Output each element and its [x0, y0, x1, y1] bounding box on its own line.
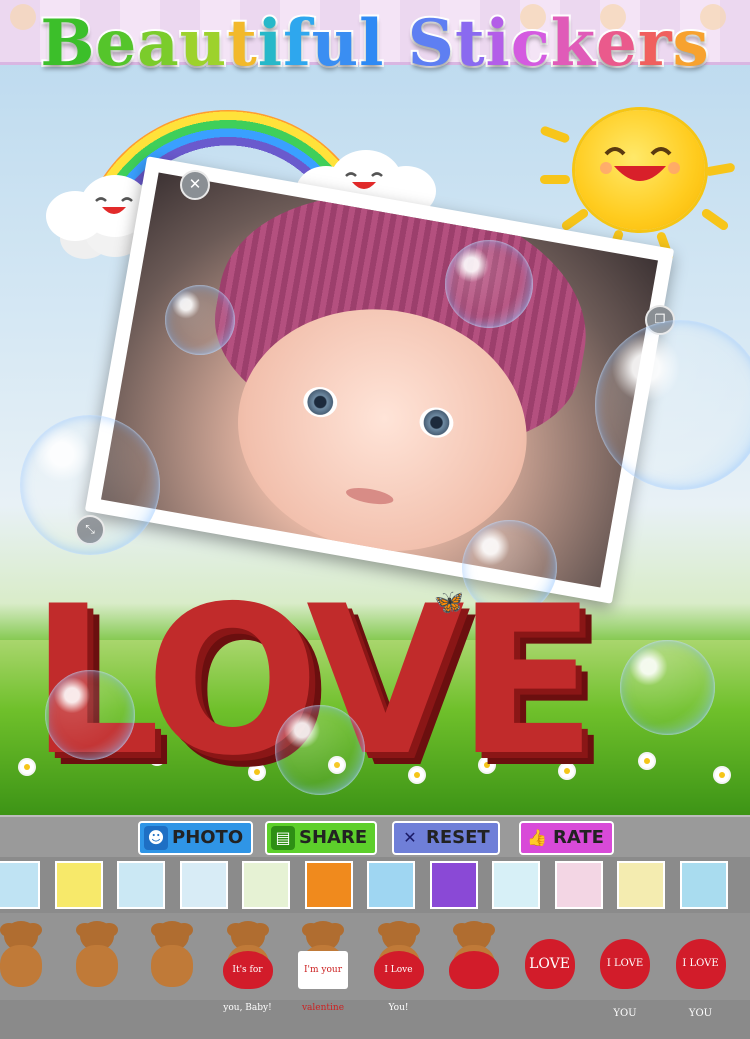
- background-thumbnail[interactable]: [367, 861, 415, 909]
- sticker-picker: It's for you, Baby! I'm your valentine I L…: [0, 913, 750, 1019]
- background-picker: [0, 857, 750, 913]
- background-thumbnail[interactable]: [492, 861, 540, 909]
- person-icon: ☻: [144, 826, 168, 850]
- bubble-sticker[interactable]: [275, 705, 365, 795]
- background-thumbnail[interactable]: [0, 861, 40, 909]
- sticker-bear[interactable]: [143, 921, 201, 993]
- sun-ray: [700, 207, 730, 232]
- reset-button[interactable]: ✕ RESET: [392, 821, 500, 855]
- title-letter: t: [453, 4, 487, 83]
- title-letter: u: [178, 4, 229, 83]
- close-icon[interactable]: ✕: [180, 170, 210, 200]
- background-thumbnail[interactable]: [179, 861, 228, 909]
- rate-button-label: RATE: [553, 827, 604, 848]
- bubble-sticker[interactable]: [165, 285, 235, 355]
- action-toolbar: ☻ PHOTO ▤ SHARE ✕ RESET 👍 RATE: [0, 815, 750, 859]
- sticker-caption: It's for you, Baby!: [222, 951, 273, 1013]
- sun-sticker[interactable]: [575, 110, 705, 230]
- sun-ray: [539, 125, 571, 144]
- x-icon: ✕: [403, 828, 417, 847]
- title-letter: u: [310, 4, 361, 83]
- title-letter: e: [594, 4, 639, 83]
- bear-body: [0, 945, 42, 987]
- title-letter: c: [509, 4, 552, 83]
- smile-face-icon: [95, 197, 133, 214]
- rate-button[interactable]: 👍 RATE: [519, 821, 614, 855]
- title-letter: S: [406, 4, 456, 83]
- mouth: [344, 484, 395, 508]
- eye: [417, 404, 456, 441]
- title-letter: f: [281, 4, 312, 83]
- share-button[interactable]: ▤ SHARE: [265, 821, 378, 855]
- title-letter: i: [483, 4, 511, 83]
- bubble-sticker[interactable]: [620, 640, 715, 735]
- title-letter: k: [549, 4, 597, 83]
- title-letter: r: [636, 4, 674, 83]
- sticker-heart-plain[interactable]: I LOVE YOU: [596, 921, 654, 1019]
- sticker-bear[interactable]: [68, 921, 126, 993]
- background-thumbnail[interactable]: [429, 861, 478, 909]
- editor-canvas[interactable]: Beautiful Stickers ✕ ❐ LOVE 🦋: [0, 0, 750, 815]
- bubble-sticker[interactable]: [20, 415, 160, 555]
- background-thumbnail[interactable]: [679, 861, 728, 909]
- bubble-sticker[interactable]: [45, 670, 135, 760]
- sun-ray: [540, 175, 570, 184]
- sticker-bear[interactable]: [0, 921, 50, 993]
- sticker-caption: I LOVE YOU: [675, 939, 726, 1019]
- eye: [300, 384, 340, 420]
- bubble-sticker[interactable]: [445, 240, 533, 328]
- title-letter: t: [225, 4, 259, 83]
- sun-ray: [704, 162, 736, 177]
- photo-button-label: PHOTO: [172, 827, 244, 848]
- title-letter: B: [38, 4, 96, 83]
- title-letter: [384, 6, 407, 81]
- sticker-caption: I'm your valentine: [298, 951, 348, 1013]
- sticker-heart-plain[interactable]: LOVE: [521, 921, 579, 993]
- background-thumbnail[interactable]: [304, 861, 353, 909]
- background-thumbnail[interactable]: [54, 861, 103, 909]
- bear-body: [75, 945, 118, 987]
- title-letter: s: [671, 4, 711, 83]
- background-thumbnail[interactable]: [617, 861, 665, 909]
- sun-ray: [560, 207, 590, 232]
- sticker-caption: LOVE: [524, 939, 575, 989]
- laughing-face-icon: [600, 147, 680, 181]
- butterfly-icon[interactable]: 🦋: [434, 588, 464, 616]
- background-thumbnail[interactable]: [242, 861, 290, 909]
- title-letter: a: [135, 4, 181, 83]
- save-icon: ▤: [271, 826, 295, 850]
- sticker-bear-heart[interactable]: [445, 921, 503, 993]
- sticker-bear-card[interactable]: I'm your valentine: [294, 921, 352, 1013]
- background-thumbnail[interactable]: [117, 861, 165, 909]
- title-letter: l: [357, 4, 385, 83]
- sticker-heart-plain[interactable]: I LOVE YOU: [672, 921, 730, 1019]
- photo-frame[interactable]: [84, 156, 675, 604]
- title-letter: i: [256, 4, 284, 83]
- sticker-bear-heart[interactable]: It's for you, Baby!: [219, 921, 277, 1013]
- sticker-caption: [449, 951, 499, 989]
- share-button-label: SHARE: [299, 827, 368, 848]
- photo-button[interactable]: ☻ PHOTO: [138, 821, 254, 855]
- bear-body: [151, 945, 193, 987]
- reset-button-label: RESET: [426, 827, 490, 848]
- baby-photo[interactable]: [101, 172, 658, 588]
- title-letter: e: [93, 4, 138, 83]
- background-thumbnail[interactable]: [554, 861, 603, 909]
- sticker-bear-heart[interactable]: I Love You!: [370, 921, 428, 1013]
- app-title: Beautiful Stickers: [0, 4, 750, 83]
- sticker-caption: I Love You!: [373, 951, 424, 1013]
- sticker-caption: I LOVE YOU: [600, 939, 650, 1019]
- thumbs-up-icon: 👍: [527, 828, 547, 847]
